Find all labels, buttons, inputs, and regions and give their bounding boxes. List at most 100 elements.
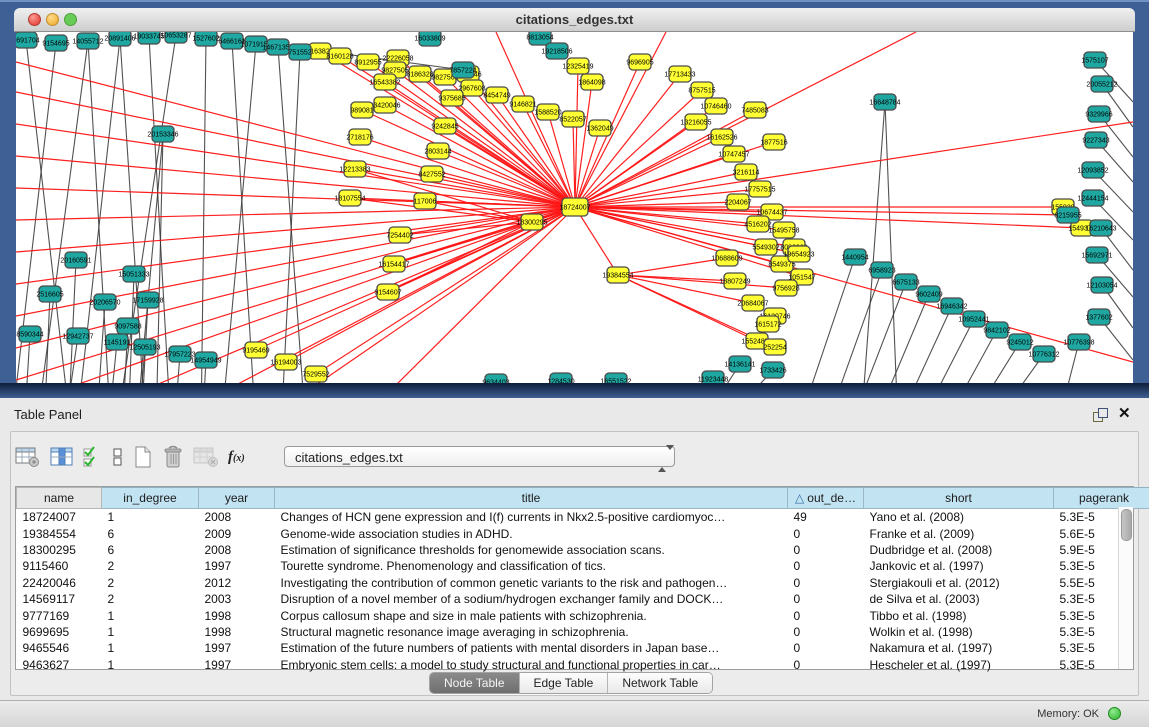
graph-node[interactable]: 20684067 (737, 295, 768, 311)
table-cell[interactable]: Stergiakouli et al. (2012) (864, 575, 1054, 591)
graph-node[interactable]: 10653287 (160, 32, 191, 43)
graph-node[interactable]: 9146821 (509, 96, 536, 112)
graph-edge-directed-black[interactable] (232, 41, 256, 385)
graph-node[interactable]: 14055712 (72, 33, 103, 49)
graph-node[interactable]: 7857224 (449, 62, 476, 78)
graph-node[interactable]: 19218506 (541, 43, 572, 59)
graph-node[interactable]: 9245012 (1006, 334, 1033, 350)
table-row[interactable]: 1456911722003Disruption of a novel membe… (17, 591, 1149, 607)
graph-node[interactable]: 7254402 (386, 227, 413, 243)
table-cell[interactable]: 19384554 (17, 525, 102, 541)
graph-node[interactable]: 15051333 (118, 266, 149, 282)
graph-node[interactable]: 16543382 (369, 74, 400, 90)
graph-node[interactable]: 2803144 (424, 143, 451, 159)
graph-node[interactable]: 4516202 (744, 216, 771, 232)
table-cell[interactable]: 22420046 (17, 575, 102, 591)
table-cell[interactable]: 1 (102, 624, 199, 640)
graph-node[interactable]: 6958923 (868, 262, 895, 278)
graph-node[interactable]: 1527602 (192, 32, 219, 46)
table-cell[interactable]: 0 (788, 525, 864, 541)
graph-node[interactable]: 1691704 (16, 32, 40, 48)
graph-node[interactable]: 18807249 (719, 273, 750, 289)
table-cell[interactable]: 1998 (199, 607, 275, 623)
close-panel-icon[interactable]: ✕ (1118, 404, 1131, 422)
table-cell[interactable]: 9463627 (17, 657, 102, 673)
table-cell[interactable]: 0 (788, 640, 864, 656)
table-cell[interactable]: 6 (102, 542, 199, 558)
graph-node[interactable]: 9696905 (626, 54, 653, 70)
column-header-short[interactable]: short (864, 488, 1054, 509)
graph-node[interactable]: 14954949 (190, 352, 221, 368)
graph-node[interactable]: 2204067 (724, 194, 751, 210)
table-cell[interactable]: 9699695 (17, 624, 102, 640)
table-cell[interactable]: 14569117 (17, 591, 102, 607)
graph-node[interactable]: 6675133 (892, 274, 919, 290)
trash-icon[interactable] (162, 445, 184, 469)
column-header-out_de[interactable]: △out_de… (788, 488, 864, 509)
graph-node[interactable]: 12505193 (129, 339, 160, 355)
graph-node[interactable]: 12213383 (339, 161, 370, 177)
table-cell[interactable]: Structural magnetic resonance image aver… (275, 624, 788, 640)
table-cell[interactable]: 1997 (199, 657, 275, 673)
graph-edge-directed-black[interactable] (68, 260, 76, 385)
graph-node[interactable]: 18107554 (334, 190, 365, 206)
table-cell[interactable]: 1 (102, 640, 199, 656)
table-row[interactable]: 946554611997Estimation of the future num… (17, 640, 1149, 656)
network-select-dropdown[interactable]: citations_edges.txt (284, 446, 675, 467)
graph-node[interactable]: 8160128 (326, 48, 353, 64)
table-cell[interactable]: Disruption of a novel member of a sodium… (275, 591, 788, 607)
table-cell[interactable]: 5.3E-5 (1054, 640, 1149, 656)
table-vertical-scrollbar[interactable] (1118, 507, 1133, 669)
new-file-icon[interactable] (133, 445, 153, 469)
graph-node[interactable]: 9195469 (242, 342, 269, 358)
table-settings-icon[interactable] (15, 446, 41, 468)
graph-edge-directed-black[interactable] (885, 102, 898, 385)
table-cell[interactable]: 2012 (199, 575, 275, 591)
checklist-icon[interactable] (83, 446, 103, 468)
table-cell[interactable]: 2008 (199, 509, 275, 526)
graph-node[interactable]: 3216114 (733, 164, 760, 180)
graph-node[interactable]: 7529552 (302, 366, 329, 382)
graph-edge-directed-red[interactable] (575, 137, 722, 207)
graph-node[interactable]: 20891406 (104, 32, 135, 46)
graph-node[interactable]: 17159928 (132, 292, 163, 308)
graph-node[interactable]: 9329966 (1085, 106, 1112, 122)
function-icon[interactable]: f(x) (228, 449, 245, 466)
graph-node[interactable]: 9242845 (431, 118, 458, 134)
graph-node[interactable]: 9602409 (915, 286, 942, 302)
table-cell[interactable]: 5.3E-5 (1054, 509, 1149, 526)
table-row[interactable]: 946362711997Embryonic stem cells: a mode… (17, 657, 1149, 673)
graph-edge-directed-red[interactable] (396, 207, 575, 385)
graph-node[interactable]: 12942737 (62, 328, 93, 344)
graph-node[interactable]: 989081 (350, 102, 373, 118)
graph-node[interactable]: 8215955 (1054, 207, 1081, 223)
table-column-icon[interactable] (50, 446, 74, 468)
table-cell[interactable]: 1 (102, 509, 199, 526)
table-cell[interactable]: Estimation of the future numbers of pati… (275, 640, 788, 656)
graph-node[interactable]: 9154695 (42, 35, 69, 51)
table-cell[interactable]: Hescheler et al. (1997) (864, 657, 1054, 673)
table-cell[interactable]: 0 (788, 657, 864, 673)
network-window-titlebar[interactable]: citations_edges.txt (14, 8, 1135, 32)
graph-node[interactable]: 10747457 (718, 146, 749, 162)
graph-node[interactable]: 10688609 (711, 250, 742, 266)
float-panel-icon[interactable] (1093, 408, 1108, 422)
tab-node-table[interactable]: Node Table (430, 673, 520, 693)
graph-node[interactable]: 1362049 (586, 120, 613, 136)
tab-edge-table[interactable]: Edge Table (520, 673, 609, 693)
column-header-year[interactable]: year (199, 488, 275, 509)
graph-node[interactable]: 9842102 (983, 322, 1010, 338)
scrollbar-thumb[interactable] (1121, 509, 1132, 541)
graph-node[interactable]: 1377602 (1085, 309, 1112, 325)
table-cell[interactable]: 0 (788, 591, 864, 607)
table-cell[interactable]: 0 (788, 607, 864, 623)
table-cell[interactable]: 5.9E-5 (1054, 542, 1149, 558)
table-cell[interactable]: 2003 (199, 591, 275, 607)
graph-edge-directed-red[interactable] (575, 207, 1082, 228)
graph-node[interactable]: 1440954 (841, 249, 868, 265)
graph-edge-directed-black[interactable] (861, 102, 885, 385)
graph-node[interactable]: 16194003 (270, 354, 301, 370)
table-cell[interactable]: Corpus callosum shape and size in male p… (275, 607, 788, 623)
graph-node[interactable]: 23420046 (369, 97, 400, 113)
graph-edge-directed-red[interactable] (16, 207, 575, 348)
